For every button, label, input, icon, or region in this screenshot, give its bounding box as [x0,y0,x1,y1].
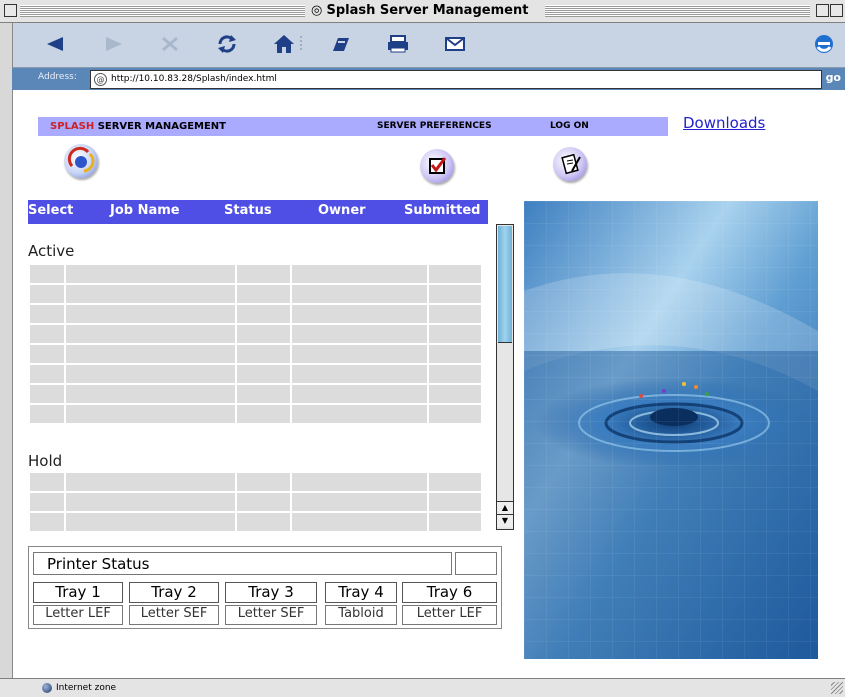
tray-6-label: Tray 6 [402,582,497,603]
tray-4-label: Tray 4 [325,582,397,603]
scroll-up-arrow-icon[interactable]: ▲ [497,501,513,514]
mail-icon[interactable] [439,29,471,59]
active-section-label: Active [28,242,75,260]
col-owner[interactable]: Owner [318,201,366,221]
table-row[interactable] [30,513,483,531]
printer-status-value [455,552,497,575]
title-at-icon: ◎ [311,3,327,18]
tray-4-paper: Tabloid [325,605,397,625]
window-left-edge [0,23,13,678]
window-title: ◎ Splash Server Management [305,2,535,20]
url-at-icon: @ [94,73,107,86]
print-icon[interactable] [382,29,414,59]
table-row[interactable] [30,325,483,343]
close-box-icon[interactable] [4,4,17,17]
jobs-scrollbar[interactable]: ▲ ▼ [496,224,514,530]
internet-zone-globe-icon [42,683,52,693]
col-job-name[interactable]: Job Name [110,201,180,221]
server-management-icon[interactable] [64,144,98,178]
table-row[interactable] [30,305,483,323]
browser-toolbar [0,23,845,68]
address-input[interactable]: @ http://10.10.83.28/Splash/index.html [90,70,822,89]
scroll-down-arrow-icon[interactable]: ▼ [497,514,513,527]
brand-red-text: SPLASH [50,121,95,132]
hold-jobs-grid [30,473,483,533]
downloads-link[interactable]: Downloads [683,114,765,132]
tray-6-paper: Letter LEF [402,605,497,625]
col-status[interactable]: Status [224,201,272,221]
titlebar-stripes-left [20,5,305,17]
job-table-header: Select Job Name Status Owner Submitted [28,200,488,224]
log-on-icon[interactable] [553,147,587,181]
status-zone-text: Internet zone [56,683,117,693]
back-icon[interactable] [40,29,72,59]
active-jobs-grid [30,265,483,425]
browser-status-bar: Internet zone [0,678,845,697]
table-row[interactable] [30,473,483,491]
hold-section-label: Hold [28,452,63,470]
server-preferences-icon[interactable] [420,149,454,183]
ie-logo-icon [808,29,840,59]
home-icon[interactable] [268,29,300,59]
table-row[interactable] [30,493,483,511]
address-url: http://10.10.83.28/Splash/index.html [111,74,277,84]
scrollbar-thumb[interactable] [498,226,512,343]
printer-status-label: Printer Status [47,555,150,573]
stop-icon[interactable] [154,29,186,59]
tray-2-paper: Letter SEF [129,605,219,625]
water-splash-image [524,201,818,659]
brand-rest-text: SERVER MANAGEMENT [94,121,226,132]
tray-1-label: Tray 1 [33,582,123,603]
tray-3-label: Tray 3 [225,582,317,603]
address-bar: Address: @ http://10.10.83.28/Splash/inde… [12,68,845,90]
autofill-icon[interactable] [325,29,357,59]
window-title-text: Splash Server Management [326,3,529,18]
titlebar-stripes-right [545,5,810,17]
go-button[interactable]: › go [817,71,841,84]
table-row[interactable] [30,285,483,303]
server-nav-bar: SPLASH SERVER MANAGEMENT SERVER PREFEREN… [38,117,668,136]
nav-server-preferences[interactable]: SERVER PREFERENCES [377,117,492,136]
table-row[interactable] [30,405,483,423]
tray-2-label: Tray 2 [129,582,219,603]
address-label: Address: [38,72,77,82]
tray-3-paper: Letter SEF [225,605,317,625]
col-submitted[interactable]: Submitted [404,201,480,221]
forward-icon[interactable] [97,29,129,59]
table-row[interactable] [30,345,483,363]
resize-grip-icon[interactable] [831,682,843,694]
toolbar-separator [298,29,304,59]
table-row[interactable] [30,265,483,283]
printer-status-label-box: Printer Status [33,552,452,575]
tray-1-paper: Letter LEF [33,605,123,625]
go-label: go [825,71,841,84]
refresh-icon[interactable] [211,29,243,59]
window-titlebar[interactable]: ◎ Splash Server Management [0,0,845,23]
nav-brand: SPLASH SERVER MANAGEMENT [50,117,226,136]
zoom-box-icon[interactable] [816,4,829,17]
table-row[interactable] [30,365,483,383]
col-select[interactable]: Select [28,201,73,221]
table-row[interactable] [30,385,483,403]
collapse-box-icon[interactable] [830,4,843,17]
nav-log-on[interactable]: LOG ON [550,117,589,136]
printer-status-panel: Printer Status Tray 1 Tray 2 Tray 3 Tray… [28,546,502,629]
